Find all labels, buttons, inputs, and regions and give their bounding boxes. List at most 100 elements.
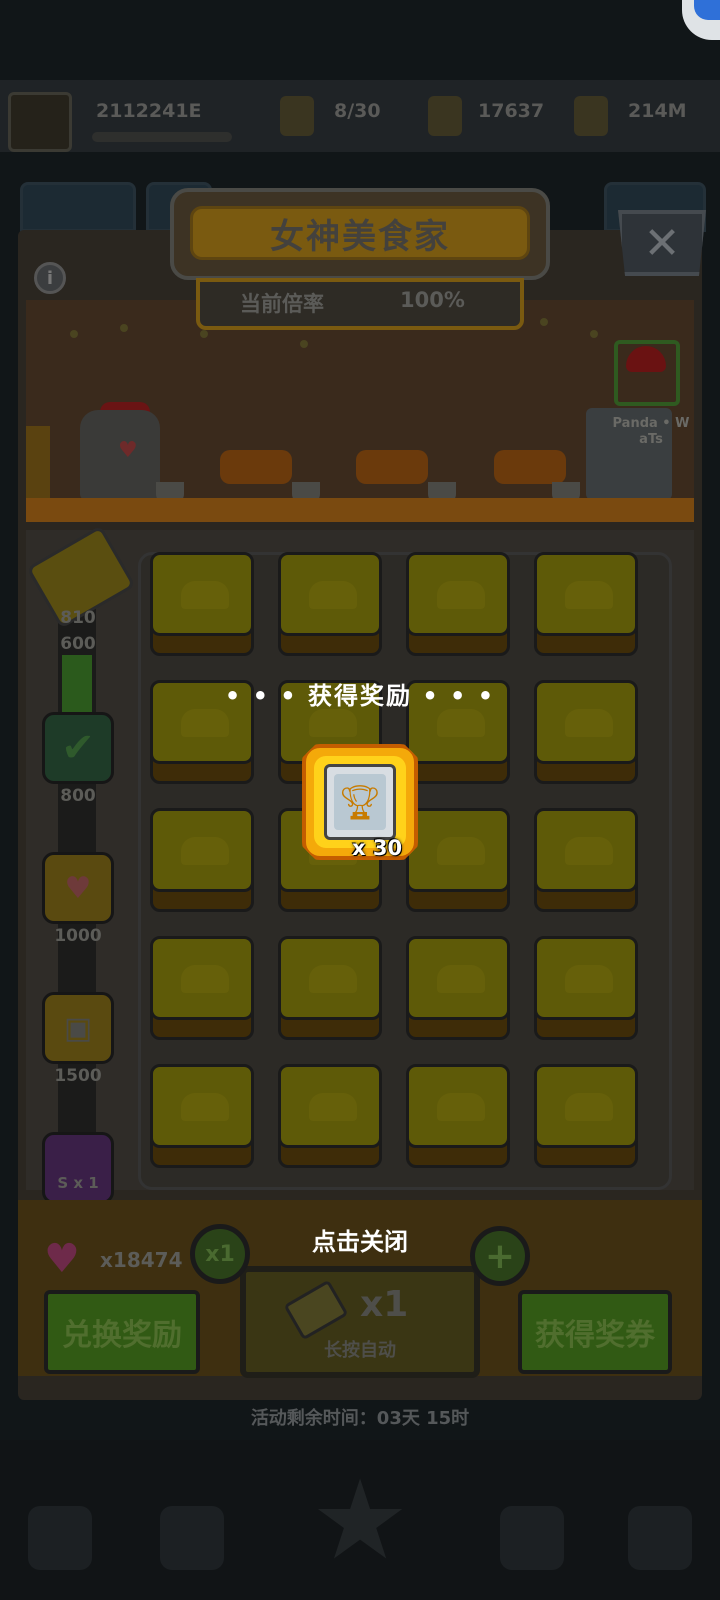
card-tile-emblem (437, 709, 485, 737)
rail-label: 1000 (54, 926, 102, 946)
dining-table (220, 450, 292, 484)
rail-label: S x 1 (57, 1174, 99, 1192)
card-tile[interactable] (150, 808, 254, 912)
nav-item[interactable] (628, 1506, 692, 1570)
card-tile-face (150, 808, 254, 892)
nav-item[interactable] (28, 1506, 92, 1570)
string-light (540, 318, 548, 326)
reward-title: • • • 获得奖励 • • • (224, 682, 496, 710)
card-tile-face (406, 552, 510, 636)
card-tile-face (534, 1064, 638, 1148)
shelf (26, 426, 50, 500)
card-tile-face (150, 936, 254, 1020)
card-tile-emblem (565, 1093, 613, 1121)
card-tile-emblem (437, 581, 485, 609)
card-tile-emblem (565, 709, 613, 737)
card-tile-emblem (309, 709, 357, 737)
check-icon: ✔ (61, 725, 95, 771)
card-tile[interactable] (406, 936, 510, 1040)
card-tile-emblem (181, 581, 229, 609)
draw-hint: 长按自动 (324, 1340, 396, 1361)
card-tile[interactable] (278, 936, 382, 1040)
nav-star-icon[interactable]: ★ (300, 1456, 420, 1584)
card-tile-emblem (309, 1093, 357, 1121)
energy-icon (280, 96, 314, 136)
card-tile-emblem (565, 581, 613, 609)
card-tile[interactable] (534, 1064, 638, 1168)
player-id: 2112241E (96, 100, 202, 122)
chest-icon: ▣ (63, 1010, 93, 1046)
tap-to-close-hint[interactable]: 点击关闭 (0, 1222, 720, 1257)
currency2-value: 214M (628, 100, 687, 122)
card-tile-face (150, 552, 254, 636)
card-tile[interactable] (150, 1064, 254, 1168)
string-light (590, 330, 598, 338)
card-tile-face (406, 1064, 510, 1148)
energy-value: 8/30 (334, 100, 381, 122)
card-tile[interactable] (278, 552, 382, 656)
currency2-icon (574, 96, 608, 136)
card-tile-face (406, 936, 510, 1020)
string-light (70, 330, 78, 338)
card-tile-face (278, 552, 382, 636)
string-light (300, 340, 308, 348)
currency1-value: 17637 (478, 100, 545, 122)
get-ticket-button[interactable]: 获得奖券 (518, 1290, 672, 1374)
card-tile[interactable] (406, 552, 510, 656)
scene-floor (26, 498, 694, 522)
card-tile-emblem (437, 1093, 485, 1121)
rail-label: 810 (60, 608, 96, 628)
rail-label: 800 (60, 786, 96, 806)
card-tile-face (534, 936, 638, 1020)
exchange-reward-button[interactable]: 兑换奖励 (44, 1290, 200, 1374)
currency1-icon (428, 96, 462, 136)
trophy-icon: 🏆︎ (338, 783, 382, 823)
string-light (120, 324, 128, 332)
card-tile[interactable] (406, 1064, 510, 1168)
card-tile-emblem (309, 581, 357, 609)
rail-label: 1500 (54, 1066, 102, 1086)
nav-item[interactable] (500, 1506, 564, 1570)
dining-table (356, 450, 428, 484)
card-tile-face (150, 1064, 254, 1148)
card-tile[interactable] (534, 552, 638, 656)
dining-table (494, 450, 566, 484)
milestone-purple[interactable] (42, 1132, 114, 1204)
heart-icon: ♥ (64, 870, 92, 906)
rate-label: 当前倍率 (240, 292, 324, 316)
card-tile-emblem (309, 965, 357, 993)
event-timer: 活动剩余时间：03天 15时 (250, 1408, 470, 1429)
nav-item[interactable] (160, 1506, 224, 1570)
card-tile-face (278, 1064, 382, 1148)
card-tile-face (534, 808, 638, 892)
card-tile[interactable] (534, 936, 638, 1040)
card-tile-face (534, 552, 638, 636)
card-tile[interactable] (150, 552, 254, 656)
card-tile-face (406, 808, 510, 892)
card-tile-emblem (437, 837, 485, 865)
reward-quantity: x 30 (352, 836, 403, 860)
card-tile-emblem (437, 965, 485, 993)
card-tile-emblem (181, 837, 229, 865)
card-tile[interactable] (278, 1064, 382, 1168)
rate-value: 100% (400, 288, 465, 312)
player-avatar[interactable] (8, 92, 72, 152)
info-icon[interactable]: i (34, 262, 66, 294)
card-tile-emblem (181, 709, 229, 737)
close-icon: ✕ (643, 217, 681, 269)
card-tile-emblem (181, 965, 229, 993)
player-exp-bar (92, 132, 232, 142)
card-tile-emblem (565, 837, 613, 865)
card-tile[interactable] (534, 808, 638, 912)
heart-icon: ♥ (118, 438, 138, 463)
card-tile-emblem (181, 1093, 229, 1121)
string-light (200, 330, 208, 338)
card-tile-emblem (565, 965, 613, 993)
card-tile[interactable] (406, 808, 510, 912)
card-tile-face (278, 936, 382, 1020)
tab-left[interactable] (20, 182, 136, 232)
card-tile[interactable] (150, 936, 254, 1040)
rail-label: 600 (60, 634, 96, 654)
npc-name: Panda • W aTs (612, 416, 690, 447)
draw-multiplier: x1 (360, 1284, 409, 1325)
